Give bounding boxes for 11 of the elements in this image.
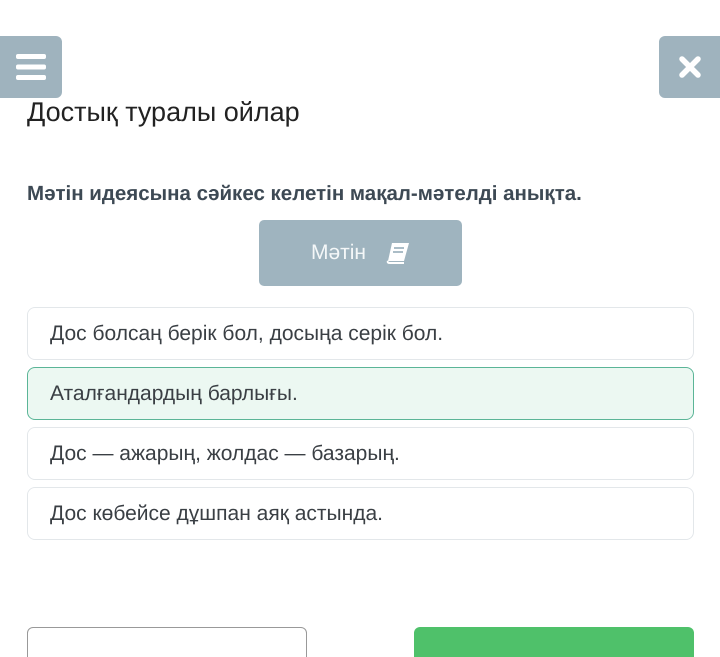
close-icon [678, 56, 700, 78]
menu-icon [16, 54, 46, 80]
lesson-title: Достық туралы ойлар [27, 96, 301, 128]
close-button[interactable] [659, 36, 720, 98]
book-icon [386, 242, 410, 264]
question-text: Мәтін идеясына сәйкес келетін мақал-мәтелді анықта. [27, 182, 583, 206]
answer-option[interactable]: Дос болсаң берік бол, досыңа серік бол. [27, 307, 694, 360]
answer-option[interactable]: Аталғандардың барлығы. [27, 367, 694, 420]
menu-button[interactable] [0, 36, 62, 98]
answer-option[interactable]: Дос — ажарың, жолдас — базарың. [27, 427, 694, 480]
answer-option[interactable]: Дос көбейсе дұшпан аяқ астында. [27, 487, 694, 540]
